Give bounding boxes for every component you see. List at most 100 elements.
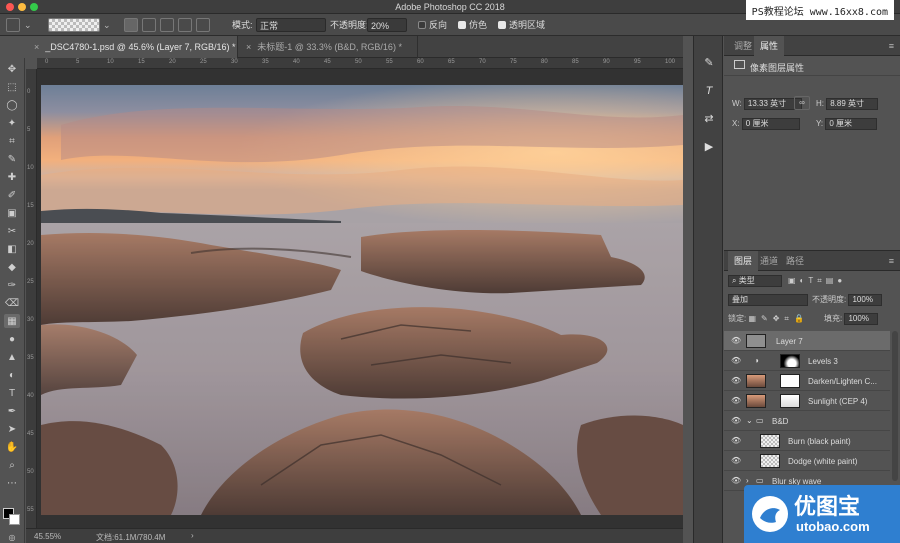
panel-menu-icon[interactable]: ≡ xyxy=(889,41,894,51)
layer-row[interactable]: 👁 ◑ Levels 3 xyxy=(724,351,890,371)
eye-icon[interactable]: 👁 xyxy=(731,356,741,365)
chevron-down-icon[interactable]: ⌄ xyxy=(24,18,32,32)
fill-field: 填充: 100% xyxy=(824,313,879,325)
angle-gradient-icon[interactable] xyxy=(160,18,174,32)
hand-tool-icon[interactable]: ✋ xyxy=(4,440,20,454)
eraser-alt-tool-icon[interactable]: ⌫ xyxy=(4,296,20,310)
eye-icon[interactable]: 👁 xyxy=(731,416,741,425)
eye-icon[interactable]: 👁 xyxy=(731,436,741,445)
chevron-down-icon[interactable]: ⌄ xyxy=(746,416,753,425)
mode-select[interactable]: 正常 xyxy=(256,18,326,32)
reflected-gradient-icon[interactable] xyxy=(178,18,192,32)
magic-wand-tool-icon[interactable]: ✦ xyxy=(4,116,20,130)
ruler-tick-label: 75 xyxy=(510,59,517,65)
ruler-tick-label: 45 xyxy=(27,431,34,437)
lock-icons[interactable]: ▦✎✥⌗🔒 xyxy=(748,314,808,323)
ruler-tick-label: 15 xyxy=(27,203,34,209)
lasso-tool-icon[interactable]: ◯ xyxy=(4,98,20,112)
tab-document-1[interactable]: × _DSC4780-1.psd @ 45.6% (Layer 7, RGB/16… xyxy=(26,36,238,58)
blur-tool-icon[interactable]: ● xyxy=(4,332,20,346)
move-tool-icon[interactable]: ✥ xyxy=(4,62,20,76)
linear-gradient-icon[interactable] xyxy=(124,18,138,32)
ruler-tick-label: 60 xyxy=(417,59,424,65)
layer-row[interactable]: 👁 Darken/Lighten C... xyxy=(724,371,890,391)
type-tool-icon[interactable]: T xyxy=(4,386,20,400)
filter-icons[interactable]: ▣◐T⌗▤● xyxy=(788,275,846,287)
tool-preset-button[interactable] xyxy=(6,18,20,32)
photo-canvas xyxy=(41,85,683,515)
layer-row[interactable]: 👁 Layer 7 xyxy=(724,331,890,351)
eyedropper-tool-icon[interactable]: ✎ xyxy=(4,152,20,166)
layer-opacity-input[interactable]: 100% xyxy=(848,294,883,306)
pen-path-tool-icon[interactable]: ◐ xyxy=(4,368,20,382)
eye-icon[interactable]: 👁 xyxy=(731,456,741,465)
marquee-tool-icon[interactable]: ⬚ xyxy=(4,80,20,94)
blend-mode-select[interactable]: 叠加 xyxy=(728,294,808,306)
document-tabs: × _DSC4780-1.psd @ 45.6% (Layer 7, RGB/16… xyxy=(26,36,683,58)
eye-icon[interactable]: 👁 xyxy=(731,476,741,485)
eye-icon[interactable]: 👁 xyxy=(731,396,741,405)
link-icon[interactable]: ∞ xyxy=(794,96,810,110)
radial-gradient-icon[interactable] xyxy=(142,18,156,32)
zoom-tool-icon[interactable]: ⌕ xyxy=(4,458,20,472)
fill-input[interactable]: 100% xyxy=(844,313,879,325)
eye-icon[interactable]: 👁 xyxy=(731,336,741,345)
layer-group-row[interactable]: 👁 ⌄ ▭ B&D xyxy=(724,411,890,431)
panel-icon-strip: ✎ T ⇄ ▶ xyxy=(693,36,723,543)
tab-properties[interactable]: 属性 xyxy=(754,36,785,56)
photoshop-window: Adobe Photoshop CC 2018 PS教程论坛 www.16xx8… xyxy=(0,0,900,543)
dodge-tool-icon[interactable]: ▲ xyxy=(4,350,20,364)
diamond-gradient-icon[interactable] xyxy=(196,18,210,32)
pen-tool-icon[interactable]: ✑ xyxy=(4,278,20,292)
layer-filter[interactable]: ⌕ 类型 xyxy=(728,275,782,287)
close-tab-icon[interactable]: × xyxy=(34,42,39,52)
gradient-tool-icon[interactable]: ▦ xyxy=(4,314,20,328)
gradient-picker[interactable] xyxy=(48,18,100,32)
layer-name: Darken/Lighten C... xyxy=(808,377,877,386)
zoom-readout[interactable]: 45.55% xyxy=(34,532,61,541)
gradient-dropdown-icon[interactable]: ⌄ xyxy=(103,18,111,32)
layer-mask-thumbnail xyxy=(780,374,800,388)
paint-bucket-tool-icon[interactable]: ◆ xyxy=(4,260,20,274)
ruler-tick-label: 30 xyxy=(27,317,34,323)
eye-icon[interactable]: 👁 xyxy=(731,376,741,385)
layer-row[interactable]: 👁 Dodge (white paint) xyxy=(724,451,890,471)
history-brush-tool-icon[interactable]: ✂ xyxy=(4,224,20,238)
y-label: Y: xyxy=(816,119,824,128)
opacity-input[interactable]: 20% xyxy=(367,18,407,32)
healing-brush-tool-icon[interactable]: ✚ xyxy=(4,170,20,184)
width-label: W: xyxy=(732,99,742,108)
brush-tool-icon[interactable]: ✐ xyxy=(4,188,20,202)
eraser-tool-icon[interactable]: ◧ xyxy=(4,242,20,256)
dither-check-icon xyxy=(458,21,466,29)
canvas-area[interactable] xyxy=(37,69,683,528)
direct-selection-tool-icon[interactable]: ➤ xyxy=(4,422,20,436)
crop-tool-icon[interactable]: ⌗ xyxy=(4,134,20,148)
path-selection-tool-icon[interactable]: ✒ xyxy=(4,404,20,418)
chevron-right-icon[interactable]: › xyxy=(746,476,749,485)
close-tab-icon[interactable]: × xyxy=(246,42,251,52)
height-input[interactable]: 8.89 英寸 xyxy=(826,98,879,110)
history-panel-icon[interactable]: ⇄ xyxy=(700,110,718,128)
panel-menu-icon[interactable]: ≡ xyxy=(889,256,894,266)
y-input[interactable]: 0 厘米 xyxy=(825,118,878,130)
tab-document-2[interactable]: × 未标题-1 @ 33.3% (B&D, RGB/16) * xyxy=(238,36,418,58)
background-color-swatch[interactable] xyxy=(9,514,20,525)
layer-row[interactable]: 👁 Sunlight (CEP 4) xyxy=(724,391,890,411)
transparency-checkbox[interactable]: 透明区域 xyxy=(498,18,545,32)
type-panel-icon[interactable]: T xyxy=(700,82,718,100)
tab-paths[interactable]: 路径 xyxy=(780,251,810,271)
x-label: X: xyxy=(732,119,740,128)
layers-scrollbar[interactable] xyxy=(892,331,898,481)
actions-play-icon[interactable]: ▶ xyxy=(700,138,718,156)
layer-row[interactable]: 👁 Burn (black paint) xyxy=(724,431,890,451)
dither-checkbox[interactable]: 仿色 xyxy=(458,18,487,32)
more-tools-icon[interactable]: ⋯ xyxy=(4,476,20,490)
x-input[interactable]: 0 厘米 xyxy=(741,118,800,130)
status-arrow-icon[interactable]: › xyxy=(191,531,194,540)
seascape-photo[interactable] xyxy=(41,85,683,515)
reverse-checkbox[interactable]: 反向 xyxy=(418,18,447,32)
quick-mask-icon[interactable]: ◎ xyxy=(4,530,20,543)
stamp-tool-icon[interactable]: ▣ xyxy=(4,206,20,220)
brush-panel-icon[interactable]: ✎ xyxy=(700,54,718,72)
